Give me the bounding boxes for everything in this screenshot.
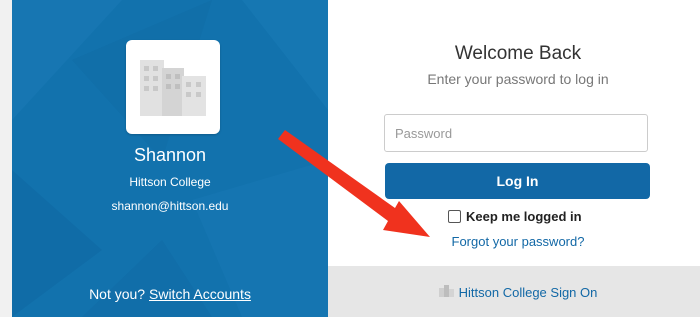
log-in-button[interactable]: Log In (385, 163, 650, 199)
login-screen: Shannon Hittson College shannon@hittson.… (0, 0, 700, 317)
page-subtitle: Enter your password to log in (427, 71, 609, 87)
page-title: Welcome Back (454, 43, 582, 64)
building-icon (438, 285, 455, 300)
keep-logged-in-checkbox[interactable] (448, 209, 461, 223)
switch-accounts-link[interactable]: Switch Accounts (149, 286, 251, 302)
account-panel: Shannon Hittson College shannon@hittson.… (12, 0, 328, 317)
user-email: shannon@hittson.edu (111, 199, 229, 213)
switch-account-row: Not you? Switch Accounts (12, 286, 328, 302)
window-edge (0, 0, 12, 317)
sso-sign-on-link[interactable]: Hittson College Sign On (459, 285, 598, 300)
forgot-password-link: Forgot your password? (328, 234, 700, 249)
keep-logged-in-row[interactable]: Keep me logged in (448, 207, 582, 225)
building-icon (140, 60, 206, 116)
sso-sign-on: Hittson College Sign On (328, 285, 700, 300)
org-avatar (126, 40, 220, 134)
keep-logged-in-label[interactable]: Keep me logged in (466, 209, 582, 224)
user-organization: Hittson College (129, 175, 211, 189)
user-name: Shannon (133, 145, 207, 165)
forgot-password-text[interactable]: Forgot your password? (452, 234, 585, 249)
login-form-panel: Welcome Back Enter your password to log … (328, 0, 700, 317)
not-you-label: Not you? (89, 286, 146, 302)
password-field[interactable] (384, 114, 648, 152)
